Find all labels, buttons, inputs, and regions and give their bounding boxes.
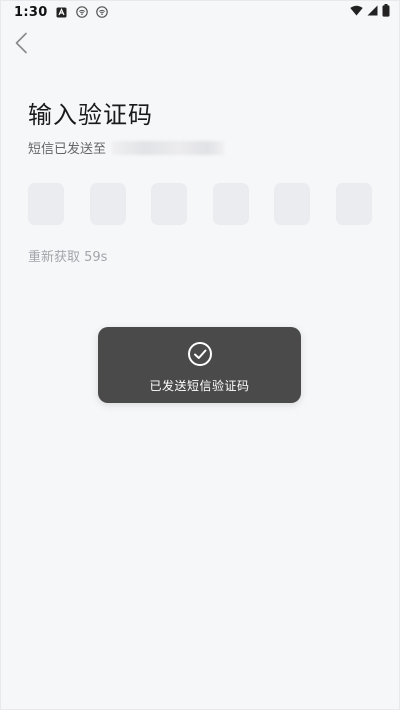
battery-icon [382, 3, 390, 21]
resend-countdown: 重新获取 59s [28, 250, 108, 265]
masked-phone-number [112, 140, 225, 155]
wifi-icon [350, 5, 363, 20]
code-input-group[interactable] [28, 183, 372, 225]
notification-a-icon [56, 6, 68, 18]
check-circle-icon [187, 341, 213, 371]
code-box[interactable] [212, 183, 249, 225]
toast-message: 已发送短信验证码 [149, 378, 250, 393]
sms-sent-info: 短信已发送至 [28, 138, 225, 157]
chevron-left-icon [15, 32, 27, 54]
toast: 已发送短信验证码 [98, 327, 301, 403]
status-left: 1:30 [14, 5, 108, 20]
sms-sent-label: 短信已发送至 [28, 142, 107, 157]
page-title: 输入验证码 [28, 101, 153, 129]
code-box[interactable] [28, 183, 64, 225]
back-button[interactable] [10, 30, 32, 56]
code-box[interactable] [274, 183, 311, 225]
status-right [350, 3, 390, 21]
signal-icon [367, 5, 378, 20]
status-time: 1:30 [14, 4, 48, 20]
status-bar: 1:30 [0, 0, 400, 24]
code-box[interactable] [89, 183, 126, 225]
wifi-circle-icon [75, 6, 88, 18]
code-box[interactable] [335, 183, 372, 225]
wifi-circle-icon [95, 6, 108, 18]
code-box[interactable] [151, 183, 188, 225]
